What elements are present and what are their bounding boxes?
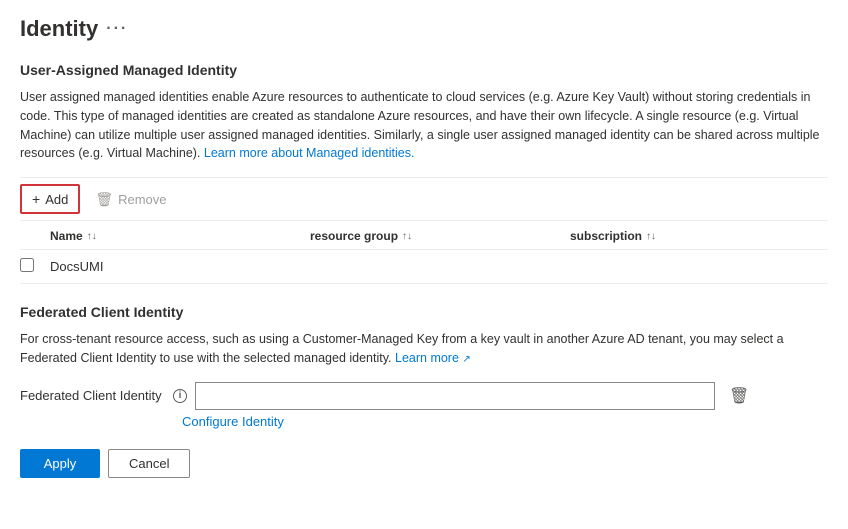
delete-icon: 🗑	[729, 388, 749, 405]
user-assigned-section-title: User-Assigned Managed Identity	[20, 62, 828, 78]
learn-more-federated-link[interactable]: Learn more ↗	[395, 351, 471, 365]
user-assigned-description: User assigned managed identities enable …	[20, 88, 828, 163]
table-row: DocsUMI	[20, 250, 828, 284]
col-header-subscription: subscription ↑↓	[570, 229, 730, 243]
external-link-icon: ↗	[462, 354, 470, 365]
federated-info-icon[interactable]: i	[173, 389, 187, 403]
federated-section-title: Federated Client Identity	[20, 304, 828, 320]
cancel-button[interactable]: Cancel	[108, 449, 190, 478]
footer-buttons: Apply Cancel	[20, 449, 828, 478]
federated-client-identity-input[interactable]	[195, 382, 715, 410]
remove-icon: 🗑	[95, 191, 113, 208]
row-checkbox-cell[interactable]	[20, 258, 50, 275]
learn-more-managed-identities-link[interactable]: Learn more about Managed identities.	[204, 146, 415, 160]
page-header: Identity ···	[20, 16, 828, 42]
table-header: Name ↑↓ resource group ↑↓ subscription ↑…	[20, 221, 828, 250]
add-icon: +	[32, 191, 40, 207]
configure-identity-link-wrapper: Configure Identity	[182, 414, 828, 429]
federated-input-row: Federated Client Identity i 🗑	[20, 382, 828, 410]
sort-sub-icon[interactable]: ↑↓	[646, 231, 656, 242]
add-button[interactable]: + Add	[20, 184, 80, 214]
federated-section: Federated Client Identity For cross-tena…	[20, 304, 828, 429]
col-header-name: Name ↑↓	[50, 229, 270, 243]
federated-delete-button[interactable]: 🗑	[723, 384, 755, 408]
configure-identity-link[interactable]: Configure Identity	[182, 414, 284, 429]
sort-name-icon[interactable]: ↑↓	[87, 231, 97, 242]
toolbar: + Add 🗑 Remove	[20, 177, 828, 221]
col-header-resource-group: resource group ↑↓	[310, 229, 530, 243]
page-title: Identity	[20, 16, 98, 42]
federated-description: For cross-tenant resource access, such a…	[20, 330, 828, 368]
sort-rg-icon[interactable]: ↑↓	[402, 231, 412, 242]
apply-button[interactable]: Apply	[20, 449, 100, 478]
page-title-ellipsis: ···	[106, 20, 128, 38]
remove-button[interactable]: 🗑 Remove	[84, 185, 177, 214]
row-checkbox[interactable]	[20, 258, 34, 272]
row-name: DocsUMI	[50, 259, 270, 274]
user-assigned-section: User-Assigned Managed Identity User assi…	[20, 62, 828, 284]
identity-table: Name ↑↓ resource group ↑↓ subscription ↑…	[20, 221, 828, 284]
federated-field-label: Federated Client Identity	[20, 388, 165, 403]
